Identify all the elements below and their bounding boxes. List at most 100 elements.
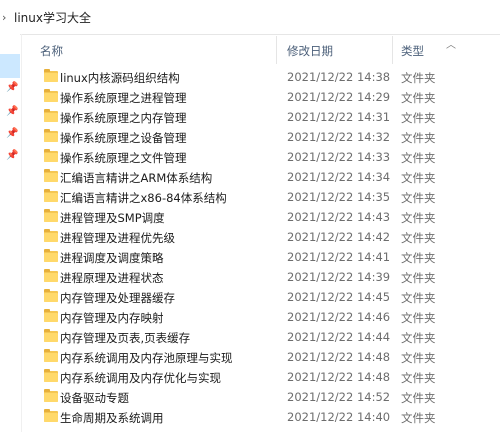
file-name: 进程调度及调度策略 <box>60 251 164 265</box>
folder-icon <box>44 109 58 122</box>
pin-icon[interactable]: 📌 <box>6 128 18 140</box>
folder-icon <box>44 149 58 162</box>
file-row[interactable]: 内存系统调用及内存池原理与实现 2021/12/22 14:48 文件夹 <box>22 347 500 367</box>
file-type: 文件夹 <box>401 271 436 285</box>
file-name: 进程管理及进程优先级 <box>60 231 175 245</box>
file-type: 文件夹 <box>401 251 436 265</box>
file-name: 生命周期及系统调用 <box>60 411 164 425</box>
file-type: 文件夹 <box>401 231 436 245</box>
file-date: 2021/12/22 14:43 <box>287 210 391 224</box>
folder-icon <box>44 309 58 322</box>
file-row[interactable]: 进程管理及进程优先级 2021/12/22 14:42 文件夹 <box>22 227 500 247</box>
file-date: 2021/12/22 14:35 <box>287 190 391 204</box>
file-type: 文件夹 <box>401 291 436 305</box>
file-type: 文件夹 <box>401 311 436 325</box>
file-row[interactable]: 汇编语言精讲之x86-84体系结构 2021/12/22 14:35 文件夹 <box>22 187 500 207</box>
file-date: 2021/12/22 14:33 <box>287 150 391 164</box>
file-row[interactable]: 内存系统调用及内存优化与实现 2021/12/22 14:48 文件夹 <box>22 367 500 387</box>
file-type: 文件夹 <box>401 131 436 145</box>
pin-icon[interactable]: 📌 <box>6 82 18 94</box>
column-name-header[interactable]: 名称 <box>40 43 63 59</box>
column-divider[interactable] <box>392 36 393 64</box>
folder-icon <box>44 129 58 142</box>
file-date: 2021/12/22 14:39 <box>287 270 391 284</box>
file-type: 文件夹 <box>401 91 436 105</box>
file-row[interactable]: 内存管理及内存映射 2021/12/22 14:46 文件夹 <box>22 307 500 327</box>
file-name: 操作系统原理之文件管理 <box>60 151 187 165</box>
file-date: 2021/12/22 14:46 <box>287 310 391 324</box>
pin-icon[interactable]: 📌 <box>6 106 18 118</box>
file-name: 操作系统原理之设备管理 <box>60 131 187 145</box>
chevron-right-icon[interactable]: › <box>0 11 14 24</box>
file-name: 操作系统原理之进程管理 <box>60 91 187 105</box>
file-name: 内存系统调用及内存优化与实现 <box>60 371 221 385</box>
file-name: 内存系统调用及内存池原理与实现 <box>60 351 233 365</box>
file-date: 2021/12/22 14:45 <box>287 290 391 304</box>
file-row[interactable]: 操作系统原理之设备管理 2021/12/22 14:32 文件夹 <box>22 127 500 147</box>
pin-icon[interactable]: 📌 <box>6 150 18 162</box>
file-row[interactable]: 操作系统原理之进程管理 2021/12/22 14:29 文件夹 <box>22 87 500 107</box>
file-name: 内存管理及页表,页表缓存 <box>60 331 191 345</box>
file-row[interactable]: 汇编语言精讲之ARM体系结构 2021/12/22 14:34 文件夹 <box>22 167 500 187</box>
file-row[interactable]: linux内核源码组织结构 2021/12/22 14:38 文件夹 <box>22 67 500 87</box>
file-row[interactable]: 设备驱动专题 2021/12/22 14:52 文件夹 <box>22 387 500 407</box>
file-date: 2021/12/22 14:34 <box>287 170 391 184</box>
column-type-header[interactable]: 类型 <box>401 43 424 59</box>
folder-icon <box>44 369 58 382</box>
file-type: 文件夹 <box>401 391 436 405</box>
file-row[interactable]: 进程调度及调度策略 2021/12/22 14:41 文件夹 <box>22 247 500 267</box>
nav-selected-item[interactable] <box>0 54 20 78</box>
file-row[interactable]: 操作系统原理之文件管理 2021/12/22 14:33 文件夹 <box>22 147 500 167</box>
file-type: 文件夹 <box>401 371 436 385</box>
file-row[interactable]: 操作系统原理之内存管理 2021/12/22 14:31 文件夹 <box>22 107 500 127</box>
file-date: 2021/12/22 14:48 <box>287 350 391 364</box>
sort-up-icon: ︿ <box>446 40 456 51</box>
file-date: 2021/12/22 14:41 <box>287 250 391 264</box>
file-row[interactable]: 生命周期及系统调用 2021/12/22 14:40 文件夹 <box>22 407 500 427</box>
file-name: 操作系统原理之内存管理 <box>60 111 187 125</box>
folder-icon <box>44 169 58 182</box>
folder-icon <box>44 189 58 202</box>
file-name: 设备驱动专题 <box>60 391 129 405</box>
file-type: 文件夹 <box>401 171 436 185</box>
file-name: 内存管理及内存映射 <box>60 311 164 325</box>
folder-icon <box>44 209 58 222</box>
file-row[interactable]: 内存管理及处理器缓存 2021/12/22 14:45 文件夹 <box>22 287 500 307</box>
file-name: 汇编语言精讲之x86-84体系结构 <box>60 191 227 205</box>
file-type: 文件夹 <box>401 211 436 225</box>
file-type: 文件夹 <box>401 71 436 85</box>
breadcrumb-folder[interactable]: linux学习大全 <box>14 9 91 26</box>
file-date: 2021/12/22 14:31 <box>287 110 391 124</box>
column-header: 名称 修改日期 类型 ︿ <box>22 34 500 64</box>
file-name: 内存管理及处理器缓存 <box>60 291 175 305</box>
file-type: 文件夹 <box>401 411 436 425</box>
file-type: 文件夹 <box>401 351 436 365</box>
folder-icon <box>44 389 58 402</box>
file-row[interactable]: 进程原理及进程状态 2021/12/22 14:39 文件夹 <box>22 267 500 287</box>
file-list: linux内核源码组织结构 2021/12/22 14:38 文件夹 操作系统原理之进… <box>22 67 500 427</box>
file-name: linux内核源码组织结构 <box>60 71 180 85</box>
column-date-header[interactable]: 修改日期 <box>287 43 333 59</box>
file-date: 2021/12/22 14:48 <box>287 370 391 384</box>
file-row[interactable]: 内存管理及页表,页表缓存 2021/12/22 14:44 文件夹 <box>22 327 500 347</box>
file-type: 文件夹 <box>401 111 436 125</box>
breadcrumb: › linux学习大全 <box>0 0 500 35</box>
folder-icon <box>44 229 58 242</box>
column-divider[interactable] <box>276 36 277 64</box>
folder-icon <box>44 69 58 82</box>
folder-icon <box>44 289 58 302</box>
file-name: 进程管理及SMP调度 <box>60 211 165 225</box>
folder-icon <box>44 269 58 282</box>
file-row[interactable]: 进程管理及SMP调度 2021/12/22 14:43 文件夹 <box>22 207 500 227</box>
file-name: 汇编语言精讲之ARM体系结构 <box>60 171 213 185</box>
folder-icon <box>44 89 58 102</box>
folder-icon <box>44 349 58 362</box>
file-date: 2021/12/22 14:29 <box>287 90 391 104</box>
navigation-pane: 📌 📌 📌 📌 <box>0 34 20 432</box>
file-type: 文件夹 <box>401 151 436 165</box>
file-name: 进程原理及进程状态 <box>60 271 164 285</box>
file-type: 文件夹 <box>401 331 436 345</box>
file-date: 2021/12/22 14:44 <box>287 330 391 344</box>
file-date: 2021/12/22 14:32 <box>287 130 391 144</box>
folder-icon <box>44 409 58 422</box>
